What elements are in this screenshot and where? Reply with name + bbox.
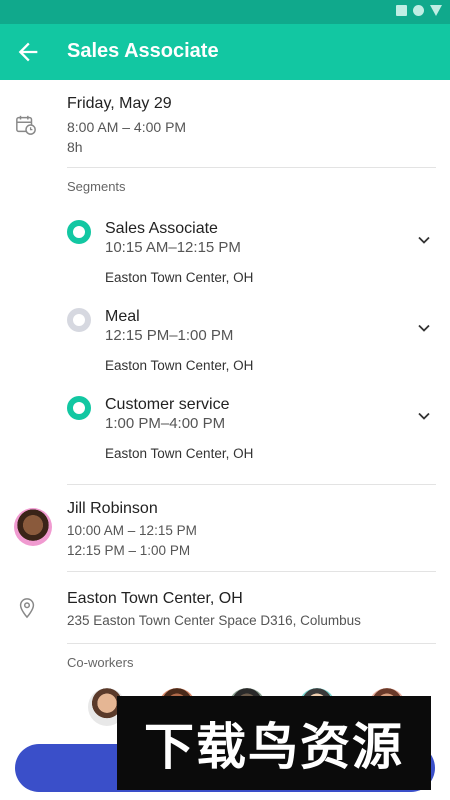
segment-time: 1:00 PM–4:00 PM	[105, 415, 226, 432]
assignee-time: 10:00 AM – 12:15 PM	[67, 523, 197, 538]
divider	[67, 484, 436, 485]
coworkers-label: Co-workers	[67, 655, 134, 670]
segment-location: Easton Town Center, OH	[105, 446, 254, 461]
location-name: Easton Town Center, OH	[67, 590, 243, 607]
segment-title: Customer service	[105, 396, 230, 413]
assignee-name: Jill Robinson	[67, 500, 158, 517]
back-arrow-icon[interactable]	[14, 38, 42, 66]
chevron-down-icon[interactable]	[418, 324, 430, 332]
shift-time: 8:00 AM – 4:00 PM	[67, 119, 187, 135]
segment-title: Meal	[105, 308, 140, 325]
shift-duration: 8h	[67, 139, 83, 155]
watermark-overlay: 下载鸟资源	[117, 696, 431, 790]
battery-icon	[430, 5, 442, 16]
segment-status-icon	[67, 220, 91, 244]
status-icons	[396, 5, 442, 16]
segment-location: Easton Town Center, OH	[105, 358, 254, 373]
segments-label: Segments	[67, 179, 126, 194]
signal-icon	[396, 5, 407, 16]
chevron-down-icon[interactable]	[418, 412, 430, 420]
shift-date: Friday, May 29	[67, 95, 172, 112]
assignee-time: 12:15 PM – 1:00 PM	[67, 543, 191, 558]
chevron-down-icon[interactable]	[418, 236, 430, 244]
segment-location: Easton Town Center, OH	[105, 270, 254, 285]
calendar-clock-icon	[16, 115, 36, 135]
divider	[67, 571, 436, 572]
wifi-icon	[413, 5, 424, 16]
page-title: Sales Associate	[67, 40, 219, 62]
divider	[67, 643, 436, 644]
status-bar	[0, 0, 450, 24]
segment-status-icon	[67, 396, 91, 420]
location-pin-icon	[19, 598, 35, 619]
avatar	[14, 508, 52, 546]
location-address: 235 Easton Town Center Space D316, Colum…	[67, 613, 361, 628]
segment-time: 10:15 AM–12:15 PM	[105, 239, 241, 256]
divider	[67, 167, 436, 168]
segment-time: 12:15 PM–1:00 PM	[105, 327, 234, 344]
segment-status-icon	[67, 308, 91, 332]
app-bar: Sales Associate	[0, 24, 450, 80]
segment-title: Sales Associate	[105, 220, 218, 237]
